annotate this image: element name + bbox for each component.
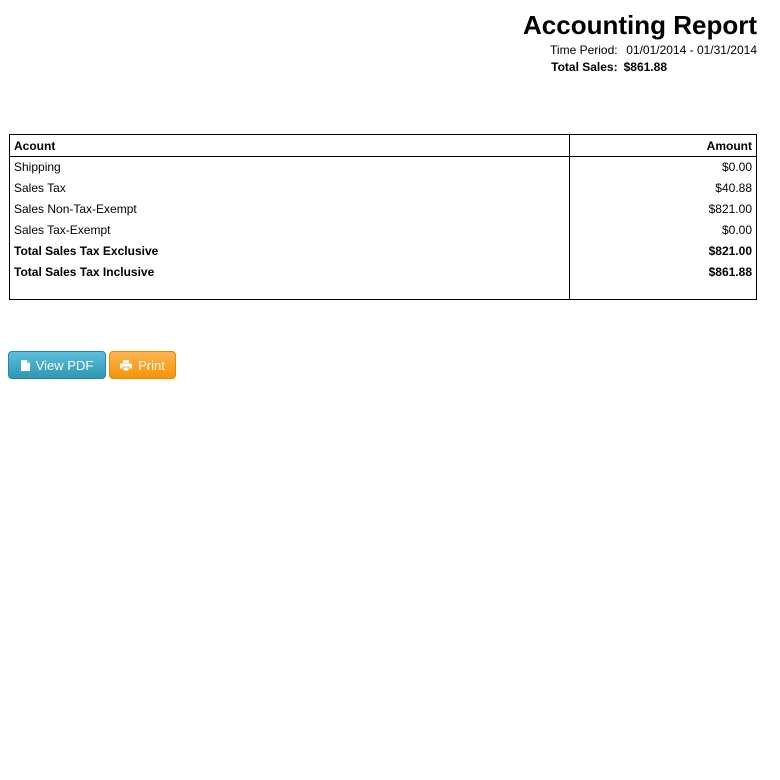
accounting-report-page: Accounting Report Time Period: 01/01/201… [0,0,780,780]
view-pdf-label: View PDF [35,357,94,373]
amount-column-header: Amount [569,134,757,157]
table-row: Sales Tax $40.88 [10,178,757,199]
table-row: Shipping $0.00 [10,156,757,178]
report-meta: Time Period: 01/01/2014 - 01/31/2014 Tot… [550,43,757,77]
time-period-row: Time Period: 01/01/2014 - 01/31/2014 [550,43,757,60]
action-buttons: View PDF Print [8,351,176,379]
report-header: Accounting Report Time Period: 01/01/201… [523,10,757,77]
amount-cell: $821.00 [569,241,757,262]
accounts-table: Acount Amount Shipping $0.00 Sales Tax $… [9,134,757,300]
table-row-total-inclusive: Total Sales Tax Inclusive $861.88 [10,262,757,283]
view-pdf-button[interactable]: View PDF [8,351,106,379]
table-row: Sales Tax-Exempt $0.00 [10,220,757,241]
amount-cell: $0.00 [569,156,757,178]
account-cell: Total Sales Tax Exclusive [14,244,159,258]
table-row-total-exclusive: Total Sales Tax Exclusive $821.00 [10,241,757,262]
total-sales-value: $861.88 [623,60,667,74]
spacer-cell [10,283,570,300]
table-row: Sales Non-Tax-Exempt $821.00 [10,199,757,220]
account-cell: Total Sales Tax Inclusive [14,265,155,279]
account-cell: Sales Tax [14,181,66,195]
table-header-row: Acount Amount [9,134,757,157]
printer-icon [120,359,133,371]
account-cell: Sales Tax-Exempt [14,223,111,237]
document-icon [20,359,30,371]
print-label: Print [138,357,165,373]
page-title: Accounting Report [523,10,757,40]
amount-cell: $821.00 [569,199,757,220]
account-cell: Shipping [14,160,61,174]
time-period-value: 01/01/2014 - 01/31/2014 [626,43,757,57]
amount-cell: $40.88 [569,178,757,199]
total-sales-row: Total Sales: $861.88 [550,60,757,77]
amount-cell: $0.00 [569,220,757,241]
total-sales-label: Total Sales: [551,60,618,74]
account-cell: Sales Non-Tax-Exempt [14,202,137,216]
account-column-header: Acount [9,134,570,157]
spacer-cell [569,283,757,300]
table-spacer-row [10,283,757,300]
amount-cell: $861.88 [569,262,757,283]
print-button[interactable]: Print [109,351,176,379]
time-period-label: Time Period: [550,43,618,57]
